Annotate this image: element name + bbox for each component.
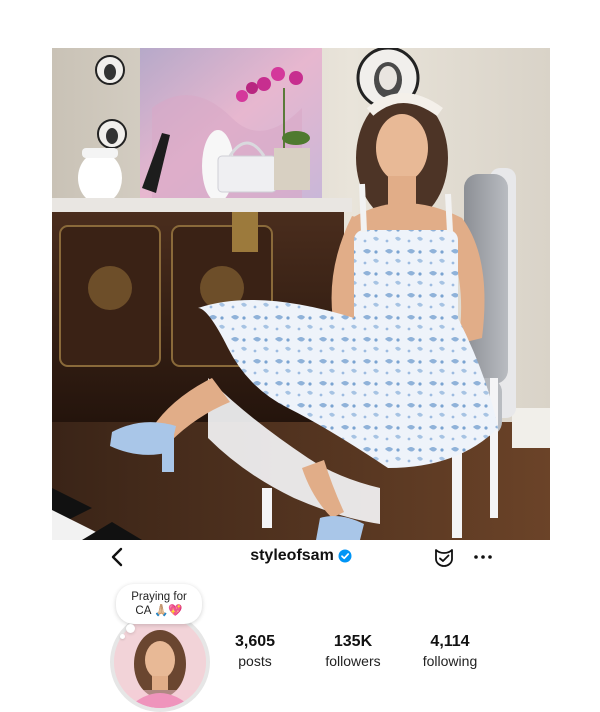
threads-icon (435, 549, 453, 567)
stat-posts[interactable]: 3,605 posts (210, 632, 300, 670)
posts-label: posts (238, 653, 272, 669)
note-text-line2: CA 🙏🏼💖 (135, 605, 183, 617)
more-options-button[interactable] (471, 545, 495, 569)
note-bubble-tail (126, 624, 135, 633)
posts-count: 3,605 (234, 633, 276, 650)
profile-username: styleofsam (250, 547, 334, 564)
followers-count: 135K (333, 633, 373, 650)
post-photo[interactable] (52, 48, 550, 540)
verified-badge-icon (338, 549, 352, 563)
more-icon (474, 555, 492, 559)
photo-illustration (52, 48, 550, 540)
followers-label: followers (325, 653, 381, 669)
note-bubble-tail-small (120, 634, 125, 639)
threads-button[interactable] (432, 545, 456, 569)
note-text-line1: Praying for (131, 591, 187, 603)
stat-followers[interactable]: 135K followers (308, 632, 398, 670)
note-bubble[interactable]: Praying for CA 🙏🏼💖 (116, 584, 202, 624)
following-count: 4,114 (430, 633, 470, 650)
following-label: following (422, 653, 478, 669)
stat-following[interactable]: 4,114 following (405, 632, 495, 670)
